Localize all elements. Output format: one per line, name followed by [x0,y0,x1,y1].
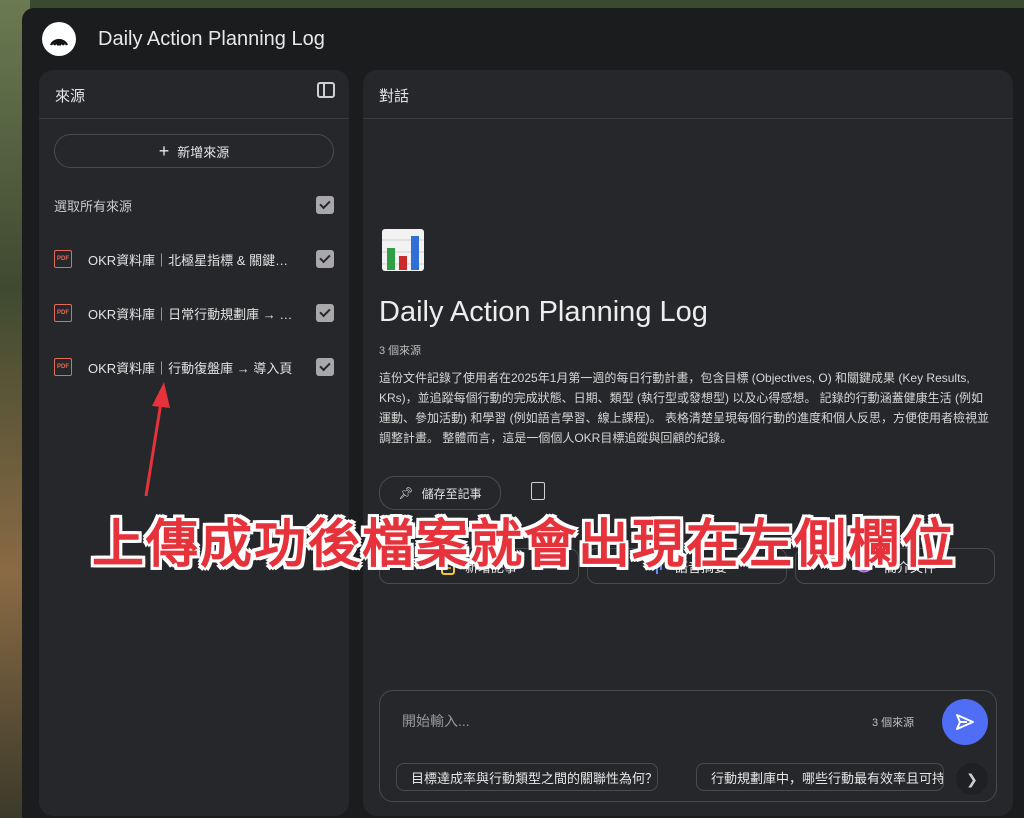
chat-panel-header: 對話 [363,70,1013,119]
select-all-sources-row: 選取所有來源 [54,194,334,216]
source-item[interactable]: PDF OKR資料庫｜北極星指標 & 關鍵成果 [54,248,334,272]
source-name[interactable]: OKR資料庫｜行動復盤庫 → 導入頁 [88,358,300,377]
collapse-panel-icon[interactable] [317,82,335,98]
app-window: Daily Action Planning Log 來源 + 新增來源 選取所有… [22,8,1024,818]
notebook-summary: 這份文件記錄了使用者在2025年1月第一週的每日行動計畫，包含目標 (Objec… [379,371,989,445]
select-all-label: 選取所有來源 [54,199,133,214]
source-name[interactable]: OKR資料庫｜北極星指標 & 關鍵成果 [88,250,300,269]
bar-chart-icon [382,229,424,271]
pdf-icon: PDF [54,250,72,268]
pdf-icon: PDF [54,358,72,376]
copy-icon[interactable] [531,482,545,500]
send-button[interactable] [942,699,988,745]
plus-icon: + [158,141,170,161]
pin-icon: 📌︎ [398,486,414,500]
source-count: 3 個來源 [379,345,422,357]
app-logo-icon[interactable] [42,22,76,56]
pdf-icon: PDF [54,304,72,322]
chat-input[interactable] [400,709,844,733]
add-source-label: 新增來源 [177,144,230,160]
chat-panel: 對話 Daily Action Planning Log 3 個來源 這份文件記… [363,70,1013,816]
source-item[interactable]: PDF OKR資料庫｜行動復盤庫 → 導入頁 [54,356,334,380]
send-icon [956,714,974,730]
select-all-checkbox[interactable] [316,196,334,214]
notebook-title-header[interactable]: Daily Action Planning Log [98,28,325,51]
source-checkbox[interactable] [316,304,334,322]
source-checkbox[interactable] [316,250,334,268]
annotation-arrow-icon [144,382,170,497]
sources-panel-header: 來源 [39,70,349,119]
composer-source-count: 3 個來源 [872,717,915,729]
sources-panel: 來源 + 新增來源 選取所有來源 PDF OKR資料庫｜北極星指標 & 關鍵成果… [39,70,349,816]
chevron-right-icon[interactable]: ❯ [956,763,988,795]
suggestion-chip[interactable]: 行動規劃庫中，哪些行動最有效率且可持續？ [696,763,944,791]
chat-panel-title: 對話 [379,88,410,105]
save-to-note-label: 儲存至記事 [421,486,482,501]
sources-panel-title: 來源 [55,88,86,105]
source-item[interactable]: PDF OKR資料庫｜日常行動規劃庫 → 導入 [54,302,334,326]
notebook-title: Daily Action Planning Log [379,296,708,328]
top-bar: Daily Action Planning Log [22,8,1024,70]
suggestion-chip[interactable]: 目標達成率與行動類型之間的關聯性為何？ [396,763,658,791]
source-checkbox[interactable] [316,358,334,376]
chat-composer: 3 個來源 目標達成率與行動類型之間的關聯性為何？ 行動規劃庫中，哪些行動最有效… [379,690,997,802]
source-name[interactable]: OKR資料庫｜日常行動規劃庫 → 導入 [88,304,300,323]
add-source-button[interactable]: + 新增來源 [54,134,334,168]
annotation-caption: 上傳成功後檔案就會出現在左側欄位 [92,516,957,574]
